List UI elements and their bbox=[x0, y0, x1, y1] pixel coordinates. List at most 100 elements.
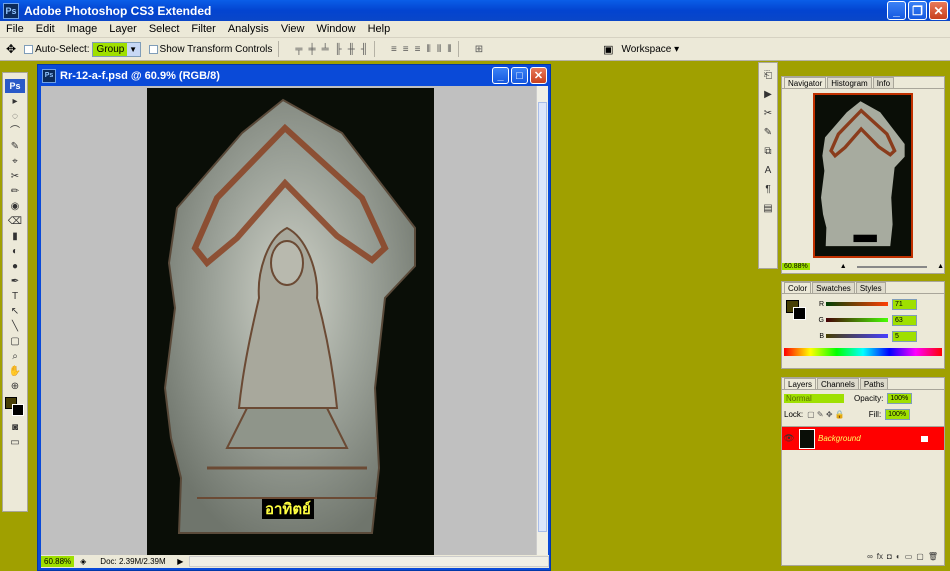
tab-info[interactable]: Info bbox=[872, 77, 895, 88]
menu-layer[interactable]: Layer bbox=[103, 23, 143, 35]
red-slider[interactable] bbox=[826, 302, 888, 306]
character-panel-icon[interactable]: A bbox=[761, 165, 775, 177]
menu-filter[interactable]: Filter bbox=[185, 23, 221, 35]
doc-minimize-button[interactable]: _ bbox=[492, 67, 509, 84]
dodge-tool-icon[interactable]: ◐ bbox=[5, 245, 25, 258]
actions-panel-icon[interactable]: ▶ bbox=[761, 89, 775, 101]
show-transform-checkbox[interactable] bbox=[148, 44, 158, 54]
restore-button[interactable]: ❐ bbox=[908, 1, 927, 20]
gradient-tool-icon[interactable]: ▮ bbox=[5, 230, 25, 243]
doc-close-button[interactable]: ✕ bbox=[530, 67, 547, 84]
tab-channels[interactable]: Channels bbox=[817, 378, 859, 389]
move-tool-icon[interactable]: ▸ bbox=[5, 95, 25, 108]
layer-comps-icon[interactable]: ▤ bbox=[761, 203, 775, 215]
scrollbar-thumb[interactable] bbox=[538, 102, 547, 532]
blue-slider[interactable] bbox=[826, 334, 888, 338]
tab-color[interactable]: Color bbox=[784, 282, 812, 293]
color-swatches[interactable] bbox=[784, 298, 810, 328]
zoom-tool-icon[interactable]: ⊕ bbox=[5, 380, 25, 393]
lasso-tool-icon[interactable]: ⌒ bbox=[5, 125, 25, 138]
eraser-tool-icon[interactable]: ⌫ bbox=[5, 215, 25, 228]
adjustment-layer-icon[interactable]: ◐ bbox=[896, 552, 901, 562]
distribute-buttons[interactable]: ≡ ≡ ≡ ⦀ ⦀ ⦀ bbox=[391, 44, 452, 55]
navigator-preview[interactable] bbox=[813, 93, 913, 258]
menu-window[interactable]: Window bbox=[310, 23, 361, 35]
menu-select[interactable]: Select bbox=[143, 23, 186, 35]
magic-wand-icon[interactable]: ✎ bbox=[5, 140, 25, 153]
tool-presets-icon[interactable]: ✂ bbox=[761, 108, 775, 120]
path-select-icon[interactable]: ↖ bbox=[5, 305, 25, 318]
zoom-out-icon[interactable]: ▲ bbox=[840, 263, 847, 270]
tab-histogram[interactable]: Histogram bbox=[827, 77, 872, 88]
tab-layers[interactable]: Layers bbox=[784, 378, 817, 389]
minimize-button[interactable]: _ bbox=[887, 1, 906, 20]
auto-select-dropdown[interactable]: Group ▼ bbox=[91, 41, 141, 57]
vertical-scrollbar[interactable] bbox=[536, 86, 548, 556]
tab-styles[interactable]: Styles bbox=[855, 282, 886, 293]
lock-icons[interactable]: ▢ ✎ ✥ 🔒 bbox=[807, 410, 845, 419]
menu-analysis[interactable]: Analysis bbox=[222, 23, 275, 35]
close-button[interactable]: ✕ bbox=[929, 1, 948, 20]
fill-field[interactable]: 100% bbox=[885, 408, 911, 420]
green-value-field[interactable]: 63 bbox=[892, 314, 917, 326]
horizontal-scrollbar[interactable] bbox=[189, 556, 549, 567]
zoom-slider[interactable] bbox=[856, 265, 928, 268]
hand-tool-icon[interactable]: ✋ bbox=[5, 365, 25, 378]
color-spectrum-bar[interactable] bbox=[784, 348, 942, 356]
new-layer-icon[interactable]: ▢ bbox=[916, 552, 924, 562]
bridge-icon[interactable]: ▣ bbox=[603, 43, 613, 56]
layer-mask-icon[interactable]: ◘ bbox=[887, 552, 892, 562]
workspace-menu[interactable]: Workspace ▾ bbox=[621, 44, 679, 55]
history-panel-icon[interactable]: ⎗ bbox=[761, 70, 775, 82]
auto-align-button[interactable]: ⊞ bbox=[475, 44, 483, 55]
pen-tool-icon[interactable]: ✒ bbox=[5, 275, 25, 288]
opacity-field[interactable]: 100% bbox=[887, 392, 913, 404]
menu-edit[interactable]: Edit bbox=[30, 23, 61, 35]
trash-icon[interactable]: 🗑 bbox=[928, 552, 938, 562]
eyedropper-icon[interactable]: ⌕ bbox=[5, 350, 25, 363]
zoom-level-field[interactable]: 60.88% bbox=[41, 556, 75, 567]
brush-tool-icon[interactable]: ✏ bbox=[5, 185, 25, 198]
clone-source-icon[interactable]: ⧉ bbox=[761, 146, 775, 158]
doc-maximize-button[interactable]: □ bbox=[511, 67, 528, 84]
background-swatch[interactable] bbox=[793, 307, 806, 320]
document-titlebar[interactable]: Ps Rr-12-a-f.psd @ 60.9% (RGB/8) bbox=[38, 65, 550, 86]
blend-mode-dropdown[interactable]: Normal bbox=[784, 393, 844, 403]
notes-tool-icon[interactable]: ▢ bbox=[5, 335, 25, 348]
auto-select-option[interactable]: Auto-Select: bbox=[24, 44, 90, 55]
tab-paths[interactable]: Paths bbox=[859, 378, 889, 389]
status-icon[interactable]: ◈ bbox=[80, 557, 86, 566]
move-icon[interactable]: ✥ bbox=[6, 42, 16, 56]
menu-image[interactable]: Image bbox=[61, 23, 104, 35]
tab-navigator[interactable]: Navigator bbox=[784, 77, 827, 88]
stamp-tool-icon[interactable]: ◉ bbox=[5, 200, 25, 213]
layer-row-background[interactable]: 👁 Background bbox=[782, 426, 944, 450]
layer-style-icon[interactable]: fx bbox=[877, 552, 883, 562]
screen-mode-icon[interactable]: ▭ bbox=[5, 436, 25, 449]
eye-icon[interactable]: 👁 bbox=[782, 433, 796, 444]
zoom-in-icon[interactable]: ▲ bbox=[937, 263, 944, 270]
new-group-icon[interactable]: ▭ bbox=[905, 552, 913, 562]
photoshop-logo[interactable]: Ps bbox=[5, 79, 25, 93]
green-slider[interactable] bbox=[826, 318, 888, 322]
red-value-field[interactable]: 71 bbox=[892, 298, 917, 310]
menu-file[interactable]: File bbox=[0, 23, 30, 35]
blur-tool-icon[interactable]: ● bbox=[5, 260, 25, 273]
slice-tool-icon[interactable]: ✂ bbox=[5, 170, 25, 183]
align-buttons[interactable]: ╤ ╪ ╧ ╟ ╫ ╢ bbox=[295, 44, 368, 55]
brushes-panel-icon[interactable]: ✎ bbox=[761, 127, 775, 139]
auto-select-checkbox[interactable] bbox=[24, 44, 34, 54]
crop-tool-icon[interactable]: ⌖ bbox=[5, 155, 25, 168]
marquee-tool-icon[interactable]: ◌ bbox=[5, 110, 25, 123]
menu-view[interactable]: View bbox=[275, 23, 311, 35]
canvas-area[interactable]: อาทิตย์ bbox=[41, 86, 537, 556]
status-menu-arrow[interactable]: ▶ bbox=[177, 557, 183, 566]
foreground-background-colors[interactable] bbox=[5, 397, 25, 417]
paragraph-panel-icon[interactable]: ¶ bbox=[761, 184, 775, 196]
link-layers-icon[interactable]: ∞ bbox=[867, 552, 873, 562]
document-window[interactable]: Ps Rr-12-a-f.psd @ 60.9% (RGB/8) _ □ ✕ อ… bbox=[37, 64, 551, 571]
line-tool-icon[interactable]: ╲ bbox=[5, 320, 25, 333]
tab-swatches[interactable]: Swatches bbox=[812, 282, 855, 293]
quick-mask-icon[interactable]: ◙ bbox=[5, 421, 25, 434]
menu-help[interactable]: Help bbox=[362, 23, 397, 35]
